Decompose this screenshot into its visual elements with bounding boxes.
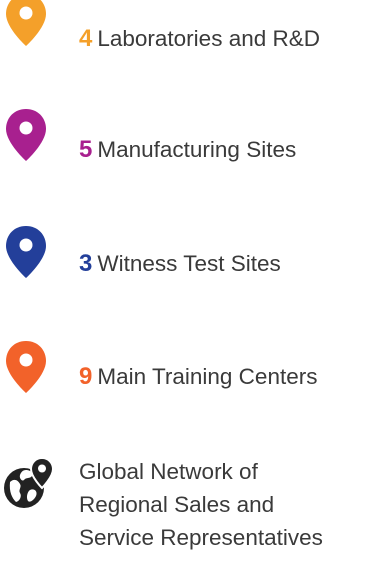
stat-number: 9 (79, 363, 93, 390)
map-pin-icon (6, 226, 46, 278)
stat-label: Main Training Centers (97, 364, 318, 389)
stat-number: 3 (79, 250, 93, 277)
stat-number: 4 (79, 25, 93, 52)
stat-text: 5 Manufacturing Sites (79, 136, 296, 164)
stat-text: 3 Witness Test Sites (79, 250, 281, 278)
network-line: Service Representatives (79, 525, 323, 550)
map-pin-icon (6, 109, 46, 161)
stat-label: Laboratories and R&D (97, 26, 320, 51)
network-line: Global Network of (79, 459, 258, 484)
globe-pin-icon (4, 456, 55, 508)
stat-label: Witness Test Sites (97, 251, 281, 276)
network-line: Regional Sales and (79, 492, 275, 517)
stat-text: 9 Main Training Centers (79, 363, 317, 391)
stat-label: Manufacturing Sites (97, 137, 297, 162)
map-pin-icon (6, 341, 46, 393)
map-pin-icon (6, 0, 46, 46)
stat-number: 5 (79, 136, 93, 163)
network-text: Global Network of Regional Sales and Ser… (79, 455, 323, 554)
stat-text: 4 Laboratories and R&D (79, 25, 320, 53)
